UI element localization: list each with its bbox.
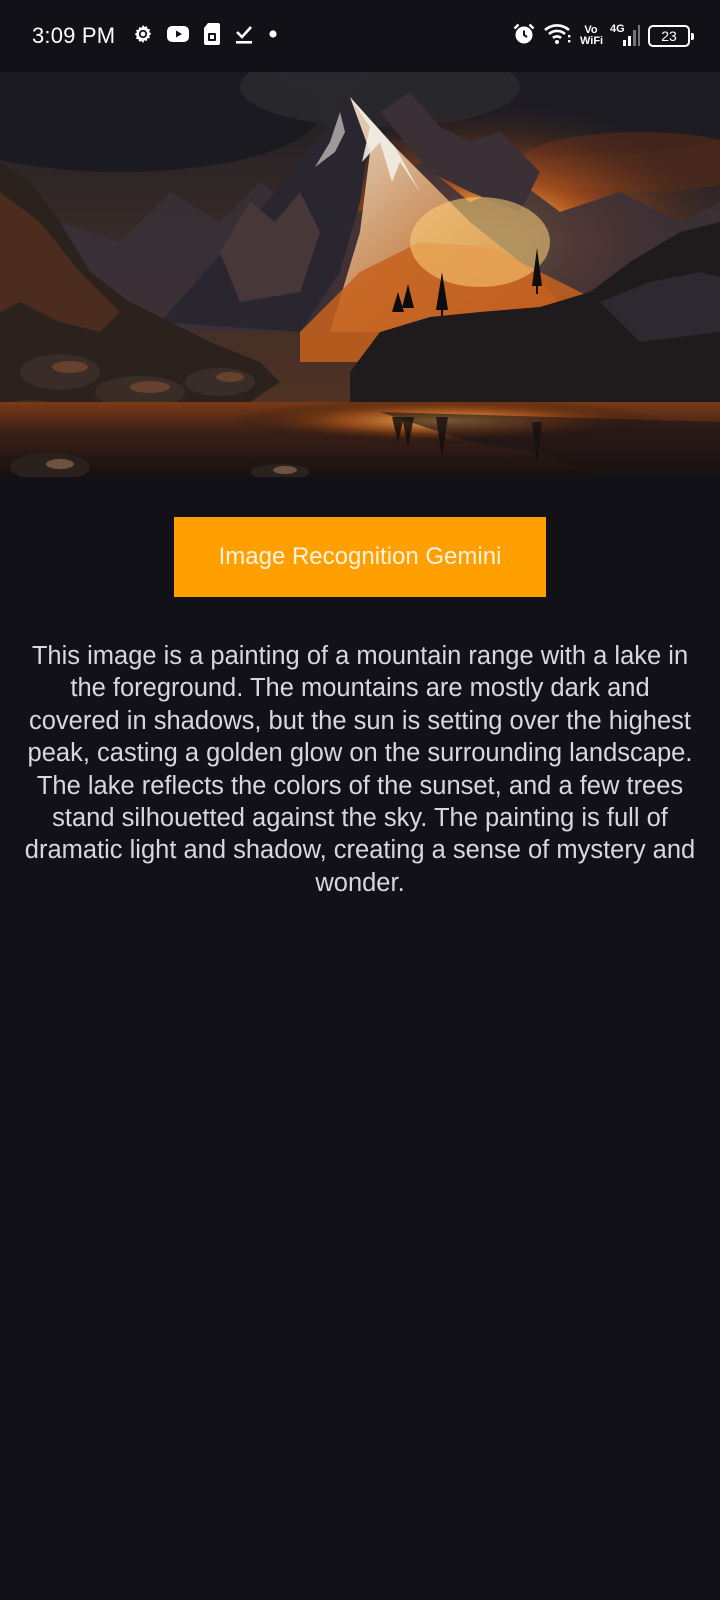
mountain-lake-painting (0, 72, 720, 477)
settings-gear-icon (132, 23, 154, 50)
battery-icon: 23 (648, 25, 694, 47)
youtube-icon (166, 24, 190, 49)
mobile-signal-4g-icon: 4G (610, 24, 640, 48)
battery-level: 23 (661, 28, 677, 44)
volte-label-bottom: WiFi (580, 35, 604, 47)
volte-wifi-icon: Vo WiFi (580, 25, 604, 47)
wifi-icon (544, 23, 572, 50)
status-right-icons: Vo WiFi 4G 23 (512, 20, 694, 52)
status-bar: 3:09 PM Vo WiFi 4G 23 (0, 0, 720, 72)
download-done-icon (234, 23, 254, 50)
status-left-icons (132, 22, 280, 50)
recognition-result-text: This image is a painting of a mountain r… (24, 642, 696, 897)
notification-dot-icon (266, 27, 280, 46)
sim-card-icon (202, 22, 222, 51)
image-recognition-gemini-button[interactable]: Image Recognition Gemini (174, 517, 546, 597)
status-time: 3:09 PM (32, 23, 116, 48)
alarm-icon (512, 22, 536, 51)
